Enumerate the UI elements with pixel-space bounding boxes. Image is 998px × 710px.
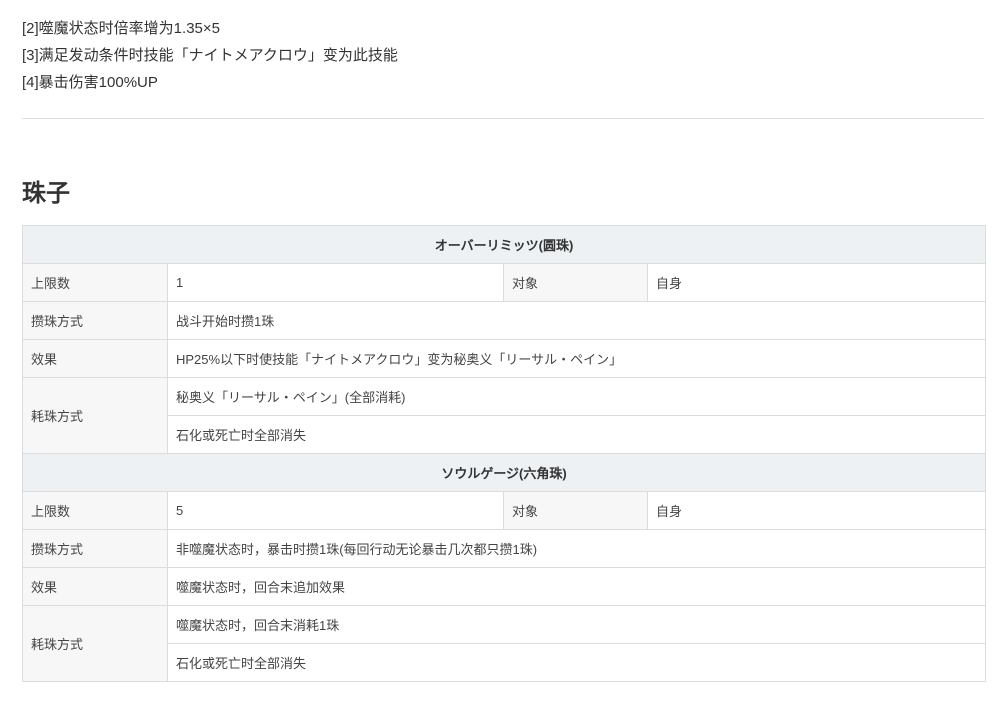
note-line: [2]噬魔状态时倍率增为1.35×5 [22, 20, 220, 37]
consume-value: 石化或死亡时全部消失 [166, 415, 987, 454]
orb-table: オーバーリミッツ(圆珠) 上限数 1 对象 自身 攒珠方式 战斗开始时攒1珠 效… [21, 225, 987, 682]
section-title: 珠子 [22, 180, 70, 207]
table-row: 上限数 5 对象 自身 [22, 491, 987, 530]
gain-label: 攒珠方式 [22, 529, 168, 568]
skill-notes: [2]噬魔状态时倍率增为1.35×5 [3]满足发动条件时技能「ナイトメアクロウ… [22, 15, 398, 96]
effect-value: 噬魔状态时，回合末追加效果 [166, 567, 987, 606]
orb-name: ソウルゲージ(六角珠) [21, 453, 987, 492]
orb-header-row: ソウルゲージ(六角珠) [21, 453, 987, 492]
effect-label: 效果 [22, 339, 168, 378]
divider [22, 118, 984, 119]
note-line: [4]暴击伤害100%UP [22, 74, 158, 91]
orb-name: オーバーリミッツ(圆珠) [21, 225, 987, 264]
gain-value: 非噬魔状态时，暴击时攒1珠(每回行动无论暴击几次都只攒1珠) [166, 529, 987, 568]
consume-label: 耗珠方式 [22, 605, 168, 682]
target-value: 自身 [646, 263, 987, 302]
consume-value: 石化或死亡时全部消失 [166, 643, 987, 682]
consume-label: 耗珠方式 [22, 377, 168, 454]
table-row: 耗珠方式 噬魔状态时，回合末消耗1珠 [22, 605, 987, 682]
consume-value: 秘奥义「リーサル・ペイン」(全部消耗) [166, 377, 987, 416]
table-row: 耗珠方式 秘奥义「リーサル・ペイン」(全部消耗) [22, 377, 987, 454]
note-line: [3]满足发动条件时技能「ナイトメアクロウ」变为此技能 [22, 47, 398, 64]
consume-value: 噬魔状态时，回合末消耗1珠 [166, 605, 987, 644]
effect-value: HP25%以下时使技能「ナイトメアクロウ」变为秘奥义「リーサル・ペイン」 [166, 339, 987, 378]
table-row: 石化或死亡时全部消失 [23, 643, 987, 682]
limit-label: 上限数 [22, 263, 168, 302]
table-row: 上限数 1 对象 自身 [22, 263, 987, 302]
target-label: 对象 [503, 491, 648, 530]
table-row: 攒珠方式 战斗开始时攒1珠 [22, 301, 987, 340]
effect-label: 效果 [22, 567, 168, 606]
table-row: 攒珠方式 非噬魔状态时，暴击时攒1珠(每回行动无论暴击几次都只攒1珠) [22, 529, 987, 568]
gain-label: 攒珠方式 [22, 301, 168, 340]
gain-value: 战斗开始时攒1珠 [166, 301, 987, 340]
table-row: 效果 噬魔状态时，回合末追加效果 [22, 567, 987, 606]
limit-label: 上限数 [22, 491, 168, 530]
limit-value: 5 [167, 491, 504, 530]
table-row: 效果 HP25%以下时使技能「ナイトメアクロウ」变为秘奥义「リーサル・ペイン」 [22, 339, 987, 378]
orb-header-row: オーバーリミッツ(圆珠) [21, 225, 987, 264]
table-row: 石化或死亡时全部消失 [23, 415, 987, 454]
target-value: 自身 [646, 491, 987, 530]
limit-value: 1 [167, 263, 504, 302]
target-label: 对象 [503, 263, 648, 302]
